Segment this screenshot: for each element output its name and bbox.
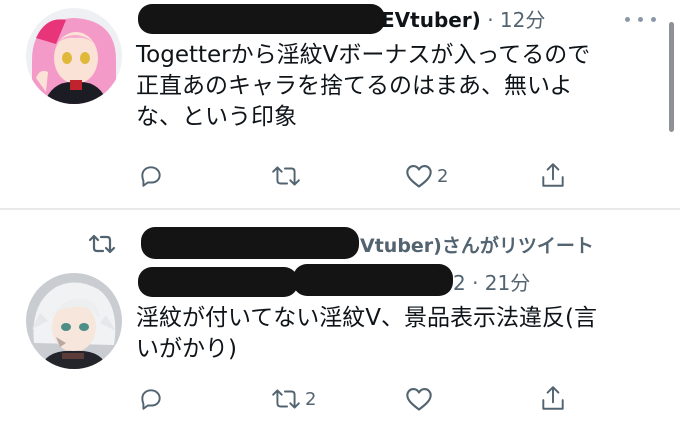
retweet-context-text: Vtuber)さんがリツイート [360, 235, 594, 257]
reply-button[interactable] [138, 386, 164, 412]
tweet-text-line: Togetterから淫紋Vボーナスが入ってるので [136, 42, 591, 68]
tweet[interactable]: EVtuber) · 12分 Togetterから淫紋Vボーナスが入ってるので … [0, 0, 680, 210]
avatar[interactable] [26, 273, 122, 369]
anime-girl-avatar-icon [26, 8, 122, 104]
like-button[interactable]: 2 [405, 163, 448, 189]
tweet-text-line: な、という印象 [136, 104, 297, 130]
timestamp[interactable]: · 12分 [487, 8, 545, 32]
share-button[interactable] [540, 161, 566, 189]
redacted-handle [293, 264, 453, 296]
redacted-name [141, 227, 359, 259]
reply-icon [141, 389, 161, 410]
retweet-icon [272, 166, 300, 186]
heart-icon [406, 388, 432, 411]
share-button[interactable] [540, 384, 566, 412]
retweet-icon [88, 234, 116, 254]
tweet-text: 淫紋が付いてない淫紋V、景品表示法違反(言 いがかり) [136, 303, 597, 365]
share-icon [542, 163, 564, 187]
timestamp[interactable]: 2 · 21分 [453, 271, 530, 295]
scrollbar[interactable] [669, 22, 674, 132]
tweet-header: 2 · 21分 [453, 271, 530, 295]
retweet-button[interactable] [271, 163, 305, 189]
author-name[interactable]: EVtuber) [381, 8, 481, 32]
avatar[interactable] [26, 8, 122, 104]
heart-icon [406, 165, 432, 188]
divider [0, 208, 680, 210]
reply-button[interactable] [138, 163, 164, 189]
like-button[interactable] [405, 386, 437, 412]
retweet-button[interactable]: 2 [271, 386, 316, 412]
more-options-icon[interactable] [623, 14, 661, 24]
tweet-text: Togetterから淫紋Vボーナスが入ってるので 正直あのキャラを捨てるのはまあ… [136, 40, 590, 133]
tweet-text-line: いがかり) [136, 336, 237, 362]
redacted-name [138, 4, 385, 34]
share-icon [542, 386, 564, 410]
tweet-header: EVtuber) · 12分 [381, 8, 545, 32]
redacted-name [138, 267, 298, 297]
reply-icon [141, 166, 161, 187]
retweet-icon [272, 389, 300, 409]
tweet-text-line: 正直あのキャラを捨てるのはまあ、無いよ [136, 73, 573, 99]
tweet-text-line: 淫紋が付いてない淫紋V、景品表示法違反(言 [136, 305, 598, 331]
anime-character-avatar-icon [26, 273, 122, 369]
retweet-count: 2 [305, 388, 317, 410]
tweet[interactable]: Vtuber)さんがリツイート 2 · 21分 淫紋が付いてない淫紋V、景品表示… [0, 211, 680, 426]
like-count: 2 [437, 165, 449, 187]
